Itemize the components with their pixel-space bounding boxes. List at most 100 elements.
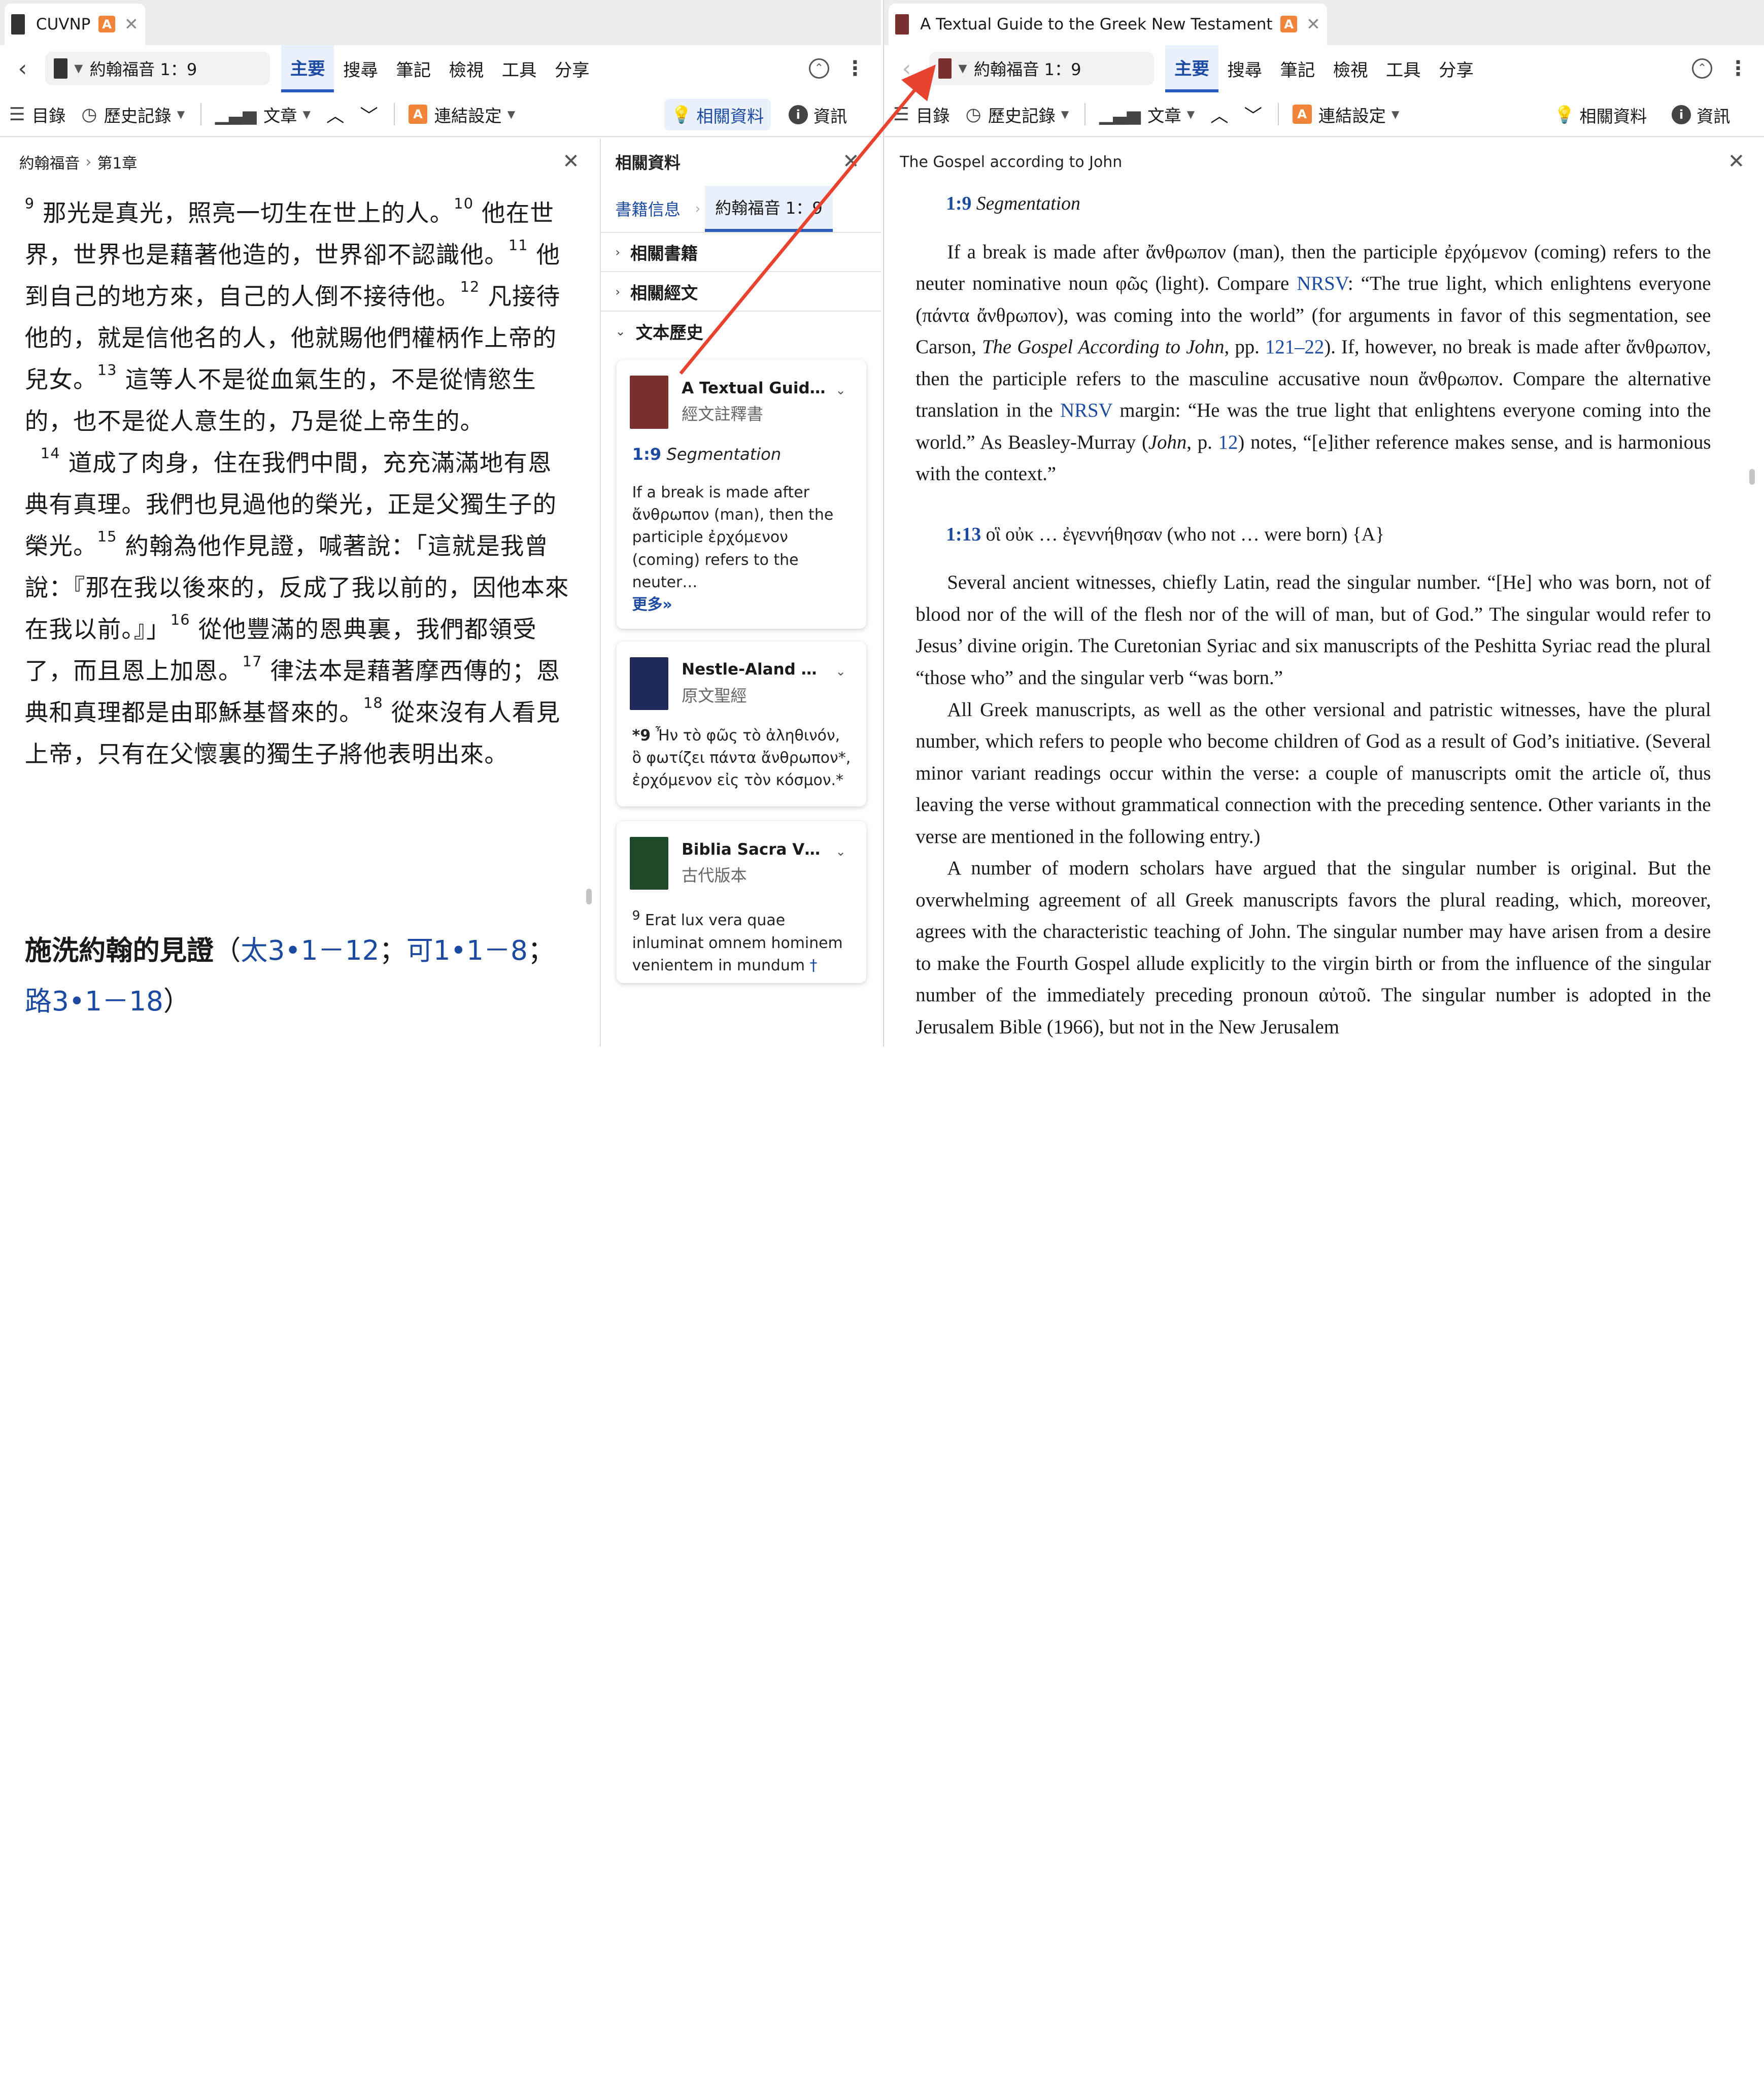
menu-main[interactable]: 主要 (1165, 45, 1218, 92)
back-arrow-icon[interactable]: ‹ (884, 56, 929, 82)
collapse-up-icon[interactable]: ⌃ (1692, 58, 1712, 79)
reference-box[interactable]: ▼ 約翰福音 1：9 (45, 51, 270, 86)
link-settings-button[interactable]: A 連結設定 ▼ (408, 102, 516, 127)
tab-reference[interactable]: 約翰福音 1：9 (705, 185, 833, 232)
nrsv-link[interactable]: NRSV (1060, 399, 1112, 421)
chevron-down-icon: ▼ (1061, 108, 1069, 121)
card-title: Biblia Sacra V… (682, 840, 821, 859)
verse-number: 16 (170, 611, 190, 629)
resource-card[interactable]: Nestle-Aland … 原文聖經 ⌄ *9 Ἦν τὸ φῶς τὸ ἀλ… (616, 641, 866, 807)
chevron-down-icon[interactable]: ⌄ (835, 664, 845, 679)
verse-ref[interactable]: 1:9 (946, 193, 971, 214)
card-excerpt: Ἦν τὸ φῶς τὸ ἀληθινόν, ὃ φωτίζει πάντα ἄ… (632, 726, 851, 790)
book-title: The Gospel According to John (981, 336, 1225, 358)
dagger-link[interactable]: † (809, 957, 817, 974)
more-link[interactable]: 更多» (632, 596, 672, 614)
history-button[interactable]: ◷ 歷史記錄 ▼ (81, 102, 185, 127)
toc-label: 目錄 (916, 106, 950, 126)
section-related-books[interactable]: › 相關書籍 (600, 233, 881, 273)
next-article-button[interactable]: ﹀ (360, 102, 378, 127)
menu-notes[interactable]: 筆記 (387, 45, 440, 92)
verse-number: *9 (632, 726, 651, 745)
chevron-down-icon[interactable]: ⌄ (835, 844, 845, 859)
more-menu-icon[interactable]: ⋮ (845, 57, 865, 80)
textual-guide-text: 1:9 Segmentation If a break is made afte… (884, 186, 1764, 1046)
verse-number: 11 (508, 237, 528, 254)
menu-view[interactable]: 檢視 (1324, 45, 1377, 92)
menu-share[interactable]: 分享 (1430, 45, 1482, 92)
reference-box[interactable]: ▼ 約翰福音 1：9 (929, 51, 1155, 86)
breadcrumb-chapter[interactable]: 第1章 (97, 151, 137, 173)
menu-tools[interactable]: 工具 (1377, 45, 1430, 92)
book-cover-image (630, 376, 668, 429)
close-tab-icon[interactable]: ✕ (1306, 14, 1320, 34)
scrollbar-thumb[interactable] (586, 889, 592, 905)
menu-main[interactable]: 主要 (281, 45, 334, 92)
chevron-down-icon[interactable]: ▼ (958, 62, 967, 75)
info-button[interactable]: i 資訊 (782, 99, 854, 130)
next-article-button[interactable]: ﹀ (1244, 102, 1262, 127)
cuvnp-tab[interactable]: CUVNP A ✕ (4, 3, 146, 45)
prev-article-button[interactable]: ︿ (1210, 102, 1228, 127)
verse-ref[interactable]: 1:9 (632, 445, 662, 464)
tab-book-info[interactable]: 書籍信息 (601, 186, 695, 232)
heading-text: Segmentation (666, 445, 782, 464)
info-button[interactable]: i 資訊 (1665, 99, 1737, 130)
paragraph: If a break is made after ἄνθρωπον (man),… (915, 237, 1711, 490)
page-link[interactable]: 12 (1218, 431, 1238, 453)
section-related-verses[interactable]: › 相關經文 (600, 272, 881, 312)
breadcrumb-book[interactable]: 約翰福音 (19, 151, 80, 173)
toc-button[interactable]: ☰ 目錄 (9, 102, 66, 127)
list-icon: ☰ (893, 104, 909, 125)
back-arrow-icon[interactable]: ‹ (0, 56, 45, 82)
section-label: 相關經文 (630, 283, 698, 303)
resource-card[interactable]: A Textual Guid… 經文註釋書 ⌄ 1:9 Segmentation… (616, 360, 866, 629)
verse-number: 13 (97, 361, 117, 379)
toolbar: ☰ 目錄 ◷ 歷史記錄 ▼ ▁▃▅ 文章 ▼ ︿ ﹀ A 連結設定 ▼ 💡 相關資料 i 資訊 (0, 92, 881, 138)
menu-share[interactable]: 分享 (546, 45, 598, 92)
related-button[interactable]: 💡 相關資料 (1547, 99, 1654, 130)
chevron-down-icon: ▼ (177, 108, 185, 121)
list-icon: ☰ (9, 104, 25, 125)
cross-ref-link[interactable]: 太3•1－12 (241, 935, 379, 966)
collapse-up-icon[interactable]: ⌃ (808, 58, 829, 79)
page-link[interactable]: 121–22 (1265, 336, 1324, 358)
link-settings-button[interactable]: A 連結設定 ▼ (1292, 102, 1399, 127)
verse-ref[interactable]: 1:13 (946, 524, 981, 545)
right-pane: A Textual Guide to the Greek New Testame… (883, 0, 1764, 1046)
cross-ref-link[interactable]: 可1•1－8 (406, 935, 528, 966)
chevron-down-icon[interactable]: ▼ (74, 62, 83, 75)
textual-guide-tab[interactable]: A Textual Guide to the Greek New Testame… (889, 3, 1328, 45)
book-title: John (1148, 431, 1187, 453)
left-tabstrip: CUVNP A ✕ (0, 0, 881, 45)
menu-view[interactable]: 檢視 (440, 45, 493, 92)
resource-card[interactable]: Biblia Sacra V… 古代版本 ⌄ 9 Erat lux vera q… (616, 821, 866, 984)
article-button[interactable]: ▁▃▅ 文章 ▼ (215, 102, 311, 127)
close-pane-icon[interactable]: ✕ (1728, 150, 1745, 173)
divider (393, 103, 395, 126)
close-tab-icon[interactable]: ✕ (124, 14, 139, 34)
paren: （ (214, 935, 241, 967)
close-panel-icon[interactable]: ✕ (842, 150, 859, 173)
menu-search[interactable]: 搜尋 (334, 45, 387, 92)
text: , p. (1186, 431, 1218, 453)
resource-badge-icon: A (1280, 16, 1298, 33)
chevron-down-icon: ▼ (507, 108, 516, 121)
menu-notes[interactable]: 筆記 (1271, 45, 1324, 92)
article-button[interactable]: ▁▃▅ 文章 ▼ (1099, 102, 1195, 127)
menu-tools[interactable]: 工具 (493, 45, 546, 92)
related-button[interactable]: 💡 相關資料 (664, 98, 771, 131)
section-text-history[interactable]: ⌄ 文本歷史 (601, 312, 881, 351)
cross-ref-link[interactable]: 路3•1－18 (25, 986, 163, 1017)
more-menu-icon[interactable]: ⋮ (1728, 57, 1748, 80)
chevron-down-icon[interactable]: ⌄ (835, 383, 845, 397)
breadcrumb: 約翰福音 › 第1章 (19, 139, 138, 186)
close-pane-icon[interactable]: ✕ (562, 150, 579, 173)
history-button[interactable]: ◷ 歷史記錄 ▼ (966, 102, 1069, 127)
prev-article-button[interactable]: ︿ (326, 102, 344, 127)
toc-button[interactable]: ☰ 目錄 (893, 102, 950, 127)
scrollbar-thumb[interactable] (1749, 469, 1755, 485)
reference-text: 約翰福音 1：9 (89, 60, 197, 80)
menu-search[interactable]: 搜尋 (1218, 45, 1271, 92)
nrsv-link[interactable]: NRSV (1297, 273, 1348, 294)
